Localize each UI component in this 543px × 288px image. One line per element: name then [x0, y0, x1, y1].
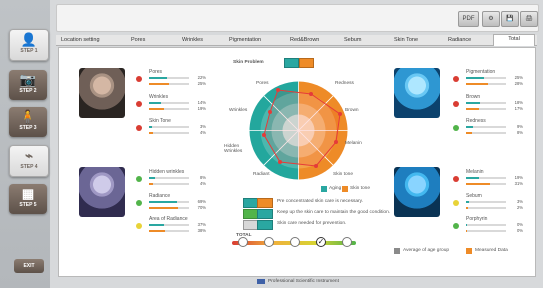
step-2-button[interactable]: 📷 STEP 2: [9, 70, 47, 100]
total-score-dot: [342, 237, 352, 247]
face-image-melanin: [394, 167, 440, 217]
legend-aging-label: Aging: [329, 186, 342, 191]
print-icon: 🖨: [525, 16, 533, 22]
exit-button[interactable]: EXIT: [14, 259, 44, 273]
analysis-tabs: Location setting Pores Wrinkles Pigmenta…: [56, 34, 537, 46]
tab-red-brown[interactable]: Red&Brown: [290, 36, 319, 45]
top-toolbar: PDF ⚙ 💾 🖨: [56, 4, 539, 32]
message-icon-2b: [257, 209, 273, 219]
metric-skin-tone: Skin Tone 3% 4%: [136, 118, 206, 138]
tab-location-setting[interactable]: Location setting: [61, 36, 100, 45]
tab-radiance[interactable]: Radiance: [448, 36, 471, 45]
report-icon: ▦: [21, 186, 35, 201]
metric-hidden-wrinkles: Hidden wrinkles 8% 4%: [136, 169, 206, 189]
average-age-group-swatch: [394, 248, 400, 254]
step-1-button[interactable]: 👤 STEP 1: [9, 29, 49, 61]
chart-title: Skin Problem: [233, 60, 264, 65]
chart-toggle-orange[interactable]: [299, 58, 314, 68]
legend-aging-swatch: [321, 186, 327, 192]
chart-toggle-teal[interactable]: [284, 58, 299, 68]
label-brown: Brown: [345, 108, 359, 113]
metric-sebum: Sebum 3% 2%: [453, 193, 523, 213]
tab-pigmentation[interactable]: Pigmentation: [229, 36, 261, 45]
measured-data-label: Measured Data: [475, 248, 508, 253]
legend-skin-tone-label: Skin tone: [350, 186, 371, 191]
camera-icon: 📷: [19, 72, 37, 87]
label-skin-tone: Skin tone: [333, 172, 354, 177]
measured-data-swatch: [466, 248, 472, 254]
label-wrinkles: Wrinkles: [229, 108, 248, 113]
analysis-icon: ⌁: [25, 148, 33, 163]
sidebar: 👤 STEP 1 📷 STEP 2 🧍 STEP 3 ⌁ STEP 4 ▦ STEP 5 …: [0, 0, 50, 288]
step-5-button[interactable]: ▦ STEP 5: [9, 184, 47, 214]
label-radiant: Radiant: [253, 172, 270, 177]
step-4-button[interactable]: ⌁ STEP 4: [9, 145, 49, 177]
save-icon: 💾: [506, 16, 514, 22]
message-3: Skin care needed for prevention.: [277, 221, 347, 226]
footer-logo-icon: [257, 279, 265, 284]
message-2: Keep up the skin care to maintain the go…: [277, 210, 391, 215]
user-plus-icon: 👤: [20, 32, 38, 47]
total-score-dot: [290, 237, 300, 247]
label-melanin: Melanin: [345, 141, 362, 146]
step-3-button[interactable]: 🧍 STEP 3: [9, 107, 47, 137]
face-image-normal: [79, 68, 125, 118]
metric-pores: Pores 22% 25%: [136, 69, 206, 89]
message-icon-1b: [257, 198, 273, 208]
face-image-pigmentation: [394, 68, 440, 118]
label-hidden-wrinkles: Hidden Wrinkles: [224, 144, 243, 154]
metric-radiance: Radiance 69% 70%: [136, 193, 206, 213]
metric-pigmentation: Pigmentation 25% 28%: [453, 69, 523, 89]
message-1: Pre concentrated skin care is necessary.: [277, 199, 364, 204]
face-image-uv: [79, 167, 125, 217]
label-redness: Redness: [335, 81, 354, 86]
tools-icon: ⚙: [488, 16, 494, 22]
metric-redness: Redness 9% 8%: [453, 118, 523, 138]
legend-skin-tone-swatch: [342, 186, 348, 192]
metric-wrinkles: Wrinkles 14% 19%: [136, 94, 206, 114]
metric-area-of-radiance: Area of Radiance 37% 38%: [136, 216, 206, 236]
print-button[interactable]: 🖨: [520, 11, 538, 27]
total-score-selected-icon: ✓: [316, 237, 326, 247]
save-button[interactable]: 💾: [501, 11, 519, 27]
tab-sebum[interactable]: Sebum: [344, 36, 361, 45]
metric-porphyrin: Porphyrin 0% 0%: [453, 216, 523, 236]
tools-button[interactable]: ⚙: [482, 11, 500, 27]
metric-brown: Brown 18% 17%: [453, 94, 523, 114]
label-pores: Pores: [256, 81, 269, 86]
message-icon-3b: [257, 220, 273, 230]
total-score-dot: [264, 237, 274, 247]
tab-total[interactable]: Total: [493, 34, 535, 46]
tab-wrinkles[interactable]: Wrinkles: [182, 36, 203, 45]
total-score-dot: [238, 237, 248, 247]
pdf-button[interactable]: PDF: [458, 11, 479, 27]
average-age-group-label: Average of age group: [403, 248, 450, 253]
tab-pores[interactable]: Pores: [131, 36, 145, 45]
metric-melanin: Melanin 19% 31%: [453, 169, 523, 189]
footer-text: Professional Scientific Instrument: [268, 279, 339, 284]
tab-skin-tone[interactable]: Skin Tone: [394, 36, 418, 45]
person-icon: 🧍: [19, 109, 37, 124]
